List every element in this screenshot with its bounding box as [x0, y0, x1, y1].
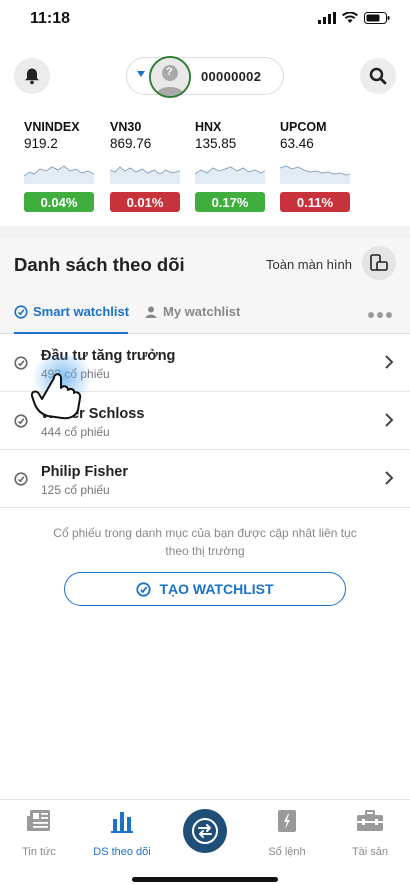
- account-selector[interactable]: ? 00000002: [126, 56, 284, 98]
- index-change-badge: 0.04%: [24, 192, 94, 212]
- index-sparkline: [280, 165, 350, 184]
- tab-smart-watchlist[interactable]: Smart watchlist: [14, 304, 129, 319]
- avatar: ?: [149, 56, 191, 98]
- item-count: 125 cổ phiếu: [41, 483, 110, 497]
- index-name: HNX: [195, 120, 222, 134]
- list-item[interactable]: Philip Fisher 125 cổ phiếu: [0, 450, 410, 508]
- index-value: 135.85: [195, 136, 237, 151]
- tab-label: Smart watchlist: [33, 304, 130, 319]
- nav-label: Tin tức: [22, 846, 56, 858]
- index-vnindex[interactable]: VNINDEX 919.2 0.04%: [24, 120, 96, 212]
- bar-chart-icon: [111, 812, 133, 833]
- search-button[interactable]: [360, 58, 396, 94]
- chevron-right-icon: [385, 413, 394, 427]
- item-name: Walter Schloss: [41, 406, 145, 422]
- compass-icon: [136, 581, 152, 597]
- list-item[interactable]: Đầu tư tăng trưởng 493 cổ phiếu: [0, 334, 410, 392]
- more-options-icon[interactable]: [368, 312, 392, 318]
- order-book-icon: [278, 810, 296, 832]
- index-upcom[interactable]: UPCOM 63.46 0.11%: [280, 120, 352, 212]
- watchlist-header: Danh sách theo dõi Toàn màn hình Smart w…: [0, 238, 410, 334]
- chevron-right-icon: [385, 471, 394, 485]
- fullscreen-button[interactable]: [362, 246, 396, 280]
- bottom-nav: Tin tức DS theo dõi Sổ lệnh Tài sản: [0, 799, 410, 884]
- compass-icon: [14, 414, 28, 428]
- index-name: UPCOM: [280, 120, 327, 134]
- index-name: VN30: [110, 120, 142, 134]
- index-change-badge: 0.01%: [110, 192, 180, 212]
- app-header: ? 00000002: [0, 54, 410, 100]
- market-indices: VNINDEX 919.2 0.04% VN30 869.76 0.01% HN…: [24, 120, 364, 216]
- index-sparkline: [110, 166, 180, 184]
- index-value: 869.76: [110, 136, 152, 151]
- wifi-icon: [342, 12, 358, 23]
- index-value: 63.46: [280, 136, 314, 151]
- item-count: 444 cổ phiếu: [41, 425, 110, 439]
- avatar-placeholder-mark: ?: [166, 66, 173, 78]
- nav-label: Tài sản: [351, 846, 389, 858]
- tab-my-watchlist[interactable]: My watchlist: [144, 304, 240, 319]
- nav-label: DS theo dõi: [93, 846, 151, 858]
- index-sparkline: [195, 166, 265, 184]
- create-watchlist-label: TẠO WATCHLIST: [159, 581, 274, 597]
- index-value: 919.2: [24, 136, 58, 151]
- status-time: 11:18: [30, 10, 71, 27]
- watchlist-list: Đầu tư tăng trưởng 493 cổ phiếu Walter S…: [0, 334, 410, 508]
- battery-icon: [364, 12, 390, 24]
- compass-icon: [14, 356, 28, 370]
- person-icon: [145, 306, 157, 318]
- fullscreen-label[interactable]: Toàn màn hình: [266, 257, 352, 272]
- signal-icon: [318, 12, 336, 24]
- watchlist-tabs: Smart watchlist My watchlist: [0, 296, 410, 334]
- nav-label: Sổ lệnh: [268, 846, 306, 858]
- item-name: Philip Fisher: [41, 464, 129, 480]
- index-change-badge: 0.17%: [195, 192, 265, 212]
- item-count: 493 cổ phiếu: [41, 367, 110, 381]
- fullscreen-rotate-icon: [370, 254, 388, 271]
- briefcase-icon: [357, 810, 383, 831]
- search-icon: [369, 67, 387, 85]
- newspaper-icon: [27, 810, 50, 831]
- create-watchlist-button[interactable]: TẠO WATCHLIST: [64, 572, 346, 606]
- index-name: VNINDEX: [24, 120, 80, 134]
- chevron-right-icon: [385, 355, 394, 369]
- section-title: Danh sách theo dõi: [14, 254, 185, 275]
- nav-item-news[interactable]: Tin tức: [0, 808, 79, 858]
- compass-icon: [14, 472, 28, 486]
- trade-exchange-button[interactable]: [183, 809, 227, 853]
- index-vn30[interactable]: VN30 869.76 0.01%: [110, 120, 182, 212]
- exchange-icon: [192, 818, 218, 844]
- section-divider: [0, 226, 410, 238]
- index-change-badge: 0.11%: [280, 192, 350, 212]
- caret-down-icon: [137, 71, 145, 77]
- notification-button[interactable]: [14, 58, 50, 94]
- nav-item-order-book[interactable]: Sổ lệnh: [247, 808, 327, 858]
- status-bar: 11:18: [0, 0, 410, 40]
- account-number: 00000002: [201, 69, 262, 84]
- item-name: Đầu tư tăng trưởng: [41, 348, 176, 364]
- bell-icon: [25, 68, 39, 85]
- watchlist-footnote: Cổ phiếu trong danh mục của bạn được cập…: [30, 524, 380, 560]
- list-item[interactable]: Walter Schloss 444 cổ phiếu: [0, 392, 410, 450]
- home-indicator: [132, 877, 278, 882]
- index-sparkline: [24, 165, 94, 184]
- tab-label: My watchlist: [163, 304, 241, 319]
- nav-item-watchlist[interactable]: DS theo dõi: [82, 808, 162, 858]
- footnote-line: Cổ phiếu trong danh mục của bạn được cập…: [53, 526, 357, 540]
- nav-item-assets[interactable]: Tài sản: [330, 808, 410, 858]
- status-icons: [318, 12, 390, 24]
- index-hnx[interactable]: HNX 135.85 0.17%: [195, 120, 267, 212]
- compass-icon: [14, 304, 28, 319]
- footnote-line: theo thị trường: [165, 544, 245, 558]
